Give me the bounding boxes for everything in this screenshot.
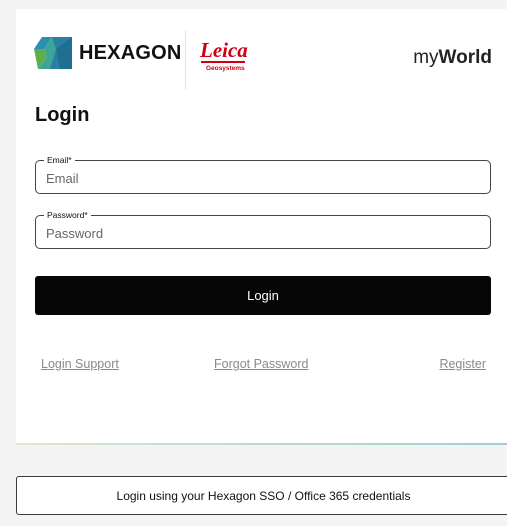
app-title: myWorld bbox=[413, 47, 492, 69]
login-card: HEXAGON Leica Geosystems myWorld Login E… bbox=[16, 9, 507, 445]
hexagon-wordmark: HEXAGON bbox=[79, 41, 182, 64]
forgot-password-link[interactable]: Forgot Password bbox=[214, 357, 308, 371]
leica-wordmark: Leica bbox=[200, 38, 248, 62]
email-field-group: Email* bbox=[35, 154, 491, 194]
app-title-bold: World bbox=[438, 47, 492, 68]
hexagon-logo-icon bbox=[34, 37, 72, 69]
app-title-light: my bbox=[413, 47, 439, 68]
leica-underline bbox=[201, 61, 245, 63]
password-input[interactable] bbox=[46, 220, 476, 246]
register-link[interactable]: Register bbox=[439, 357, 486, 371]
login-support-link[interactable]: Login Support bbox=[41, 357, 119, 371]
sso-login-button[interactable]: Login using your Hexagon SSO / Office 36… bbox=[16, 476, 507, 515]
brand-divider bbox=[185, 30, 186, 90]
leica-logo: Leica Geosystems bbox=[200, 39, 250, 75]
card-accent-line bbox=[16, 443, 507, 445]
login-button[interactable]: Login bbox=[35, 276, 491, 315]
password-field-group: Password* bbox=[35, 209, 491, 249]
hexagon-brand: HEXAGON bbox=[34, 37, 182, 69]
page-title: Login bbox=[35, 104, 90, 126]
email-input[interactable] bbox=[46, 165, 476, 191]
leica-subtitle: Geosystems bbox=[206, 65, 245, 72]
